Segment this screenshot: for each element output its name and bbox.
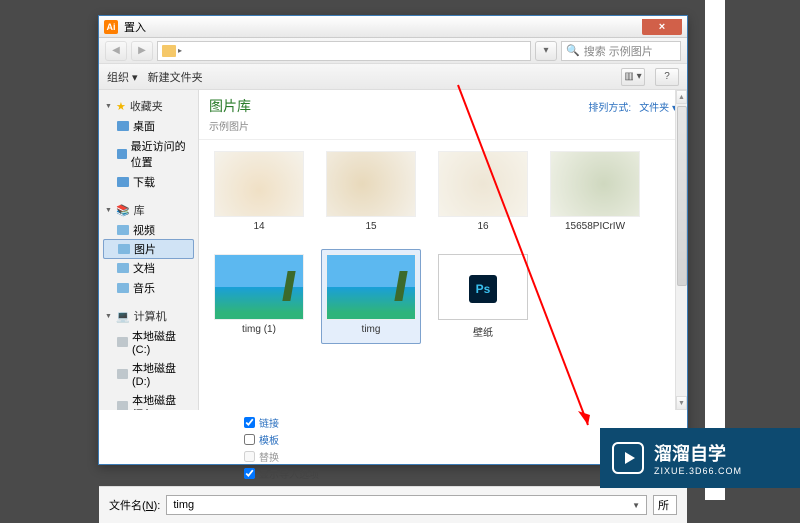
item-icon bbox=[117, 225, 129, 235]
scrollbar[interactable]: ▲ ▼ bbox=[675, 90, 687, 410]
chevron-down-icon: ▼ bbox=[105, 207, 112, 214]
item-icon bbox=[117, 149, 127, 159]
computer-header[interactable]: ▼ 💻 计算机 bbox=[99, 306, 198, 326]
play-icon bbox=[612, 442, 644, 474]
library-header[interactable]: ▼ 📚 库 bbox=[99, 200, 198, 220]
toolbar: 组织 ▾ 新建文件夹 ▥ ▾ ? bbox=[99, 64, 687, 90]
thumbnail-image bbox=[214, 151, 304, 217]
library-icon: 📚 bbox=[116, 204, 130, 217]
computer-icon: 💻 bbox=[116, 310, 130, 323]
app-icon: Ai bbox=[104, 20, 118, 34]
thumbnail-image bbox=[326, 151, 416, 217]
breadcrumb[interactable]: ▸ bbox=[157, 41, 531, 61]
thumbnail-image bbox=[550, 151, 640, 217]
chevron-icon: ▸ bbox=[178, 46, 182, 55]
thumbnail-image bbox=[438, 151, 528, 217]
library-subtitle: 示例图片 bbox=[209, 118, 251, 133]
item-icon bbox=[117, 177, 129, 187]
file-thumbnail[interactable]: timg bbox=[321, 249, 421, 344]
organize-menu[interactable]: 组织 ▾ bbox=[107, 69, 138, 85]
item-icon bbox=[117, 283, 129, 293]
new-folder-button[interactable]: 新建文件夹 bbox=[148, 69, 203, 85]
titlebar: Ai 置入 × bbox=[99, 16, 687, 38]
close-button[interactable]: × bbox=[642, 19, 682, 35]
file-type-filter[interactable]: 所 bbox=[653, 495, 677, 515]
thumbnail-image bbox=[214, 254, 304, 320]
sidebar-item[interactable]: 本地磁盘 (D:) bbox=[99, 358, 198, 390]
chevron-down-icon: ▼ bbox=[632, 501, 640, 510]
filename-label: 文件名(N): bbox=[109, 497, 160, 513]
item-icon bbox=[117, 401, 128, 410]
library-title: 图片库 bbox=[209, 96, 251, 116]
scroll-down-button[interactable]: ▼ bbox=[676, 396, 687, 410]
thumbnail-label: 15 bbox=[365, 221, 376, 232]
search-placeholder: 搜索 示例图片 bbox=[584, 43, 653, 59]
search-icon: 🔍 bbox=[566, 44, 580, 57]
folder-icon bbox=[162, 45, 176, 57]
scroll-thumb[interactable] bbox=[677, 106, 687, 286]
star-icon: ★ bbox=[116, 100, 126, 113]
place-dialog: Ai 置入 × ◀ ▶ ▸ ▾ 🔍 搜索 示例图片 组织 ▾ 新建文件夹 ▥ ▾… bbox=[98, 15, 688, 465]
item-icon bbox=[117, 337, 128, 347]
thumbnail-label: 14 bbox=[253, 221, 264, 232]
favorites-header[interactable]: ▼ ★ 收藏夹 bbox=[99, 96, 198, 116]
back-button[interactable]: ◀ bbox=[105, 41, 127, 61]
sidebar-item[interactable]: 音乐 bbox=[99, 278, 198, 298]
sidebar-item[interactable]: 文档 bbox=[99, 258, 198, 278]
item-icon bbox=[117, 121, 129, 131]
sidebar-item[interactable]: 本地磁盘 (E:) bbox=[99, 390, 198, 410]
file-list-pane: 图片库 示例图片 排列方式: 文件夹 ▾ 14 15 16 15658PICrIW ti… bbox=[199, 90, 687, 410]
sidebar-item[interactable]: 视频 bbox=[99, 220, 198, 240]
thumbnail-image bbox=[326, 254, 416, 320]
nav-bar: ◀ ▶ ▸ ▾ 🔍 搜索 示例图片 bbox=[99, 38, 687, 64]
watermark: 溜溜自学 ZIXUE.3D66.COM bbox=[600, 428, 800, 488]
file-thumbnail[interactable]: 14 bbox=[209, 146, 309, 237]
bottom-bar: 文件名(N): timg ▼ 所 bbox=[99, 486, 687, 523]
chevron-down-icon: ▼ bbox=[105, 103, 112, 110]
dialog-title: 置入 bbox=[124, 19, 146, 35]
refresh-button[interactable]: ▾ bbox=[535, 41, 557, 61]
thumbnail-label: 15658PICrIW bbox=[565, 221, 625, 232]
file-thumbnail[interactable]: Ps 壁纸 bbox=[433, 249, 533, 344]
arrange-dropdown[interactable]: 文件夹 ▾ bbox=[639, 99, 677, 114]
thumbnail-label: timg bbox=[362, 324, 381, 335]
file-thumbnail[interactable]: 15658PICrIW bbox=[545, 146, 645, 237]
sidebar-item[interactable]: 图片 bbox=[103, 239, 194, 259]
chevron-down-icon: ▼ bbox=[105, 313, 112, 320]
view-button[interactable]: ▥ ▾ bbox=[621, 68, 645, 86]
thumbnail-label: 壁纸 bbox=[473, 324, 493, 339]
forward-button[interactable]: ▶ bbox=[131, 41, 153, 61]
file-thumbnail[interactable]: timg (1) bbox=[209, 249, 309, 344]
sidebar-item[interactable]: 下载 bbox=[99, 172, 198, 192]
filename-combo[interactable]: timg ▼ bbox=[166, 495, 647, 515]
sidebar: ▼ ★ 收藏夹 桌面最近访问的位置下载 ▼ 📚 库 视频图片文档音乐 ▼ 💻 bbox=[99, 90, 199, 410]
sidebar-item[interactable]: 桌面 bbox=[99, 116, 198, 136]
thumbnail-label: 16 bbox=[477, 221, 488, 232]
item-icon bbox=[117, 263, 129, 273]
sidebar-item[interactable]: 最近访问的位置 bbox=[99, 136, 198, 172]
item-icon bbox=[117, 369, 128, 379]
item-icon bbox=[118, 244, 130, 254]
file-thumbnail[interactable]: 16 bbox=[433, 146, 533, 237]
import-options: 链接 模板 替换 显示导入选项 bbox=[99, 410, 687, 486]
scroll-up-button[interactable]: ▲ bbox=[676, 90, 687, 104]
search-input[interactable]: 🔍 搜索 示例图片 bbox=[561, 41, 681, 61]
thumbnail-image: Ps bbox=[438, 254, 528, 320]
arrange-label: 排列方式: bbox=[588, 99, 631, 114]
file-thumbnail[interactable]: 15 bbox=[321, 146, 421, 237]
thumbnail-label: timg (1) bbox=[242, 324, 276, 335]
help-button[interactable]: ? bbox=[655, 68, 679, 86]
sidebar-item[interactable]: 本地磁盘 (C:) bbox=[99, 326, 198, 358]
